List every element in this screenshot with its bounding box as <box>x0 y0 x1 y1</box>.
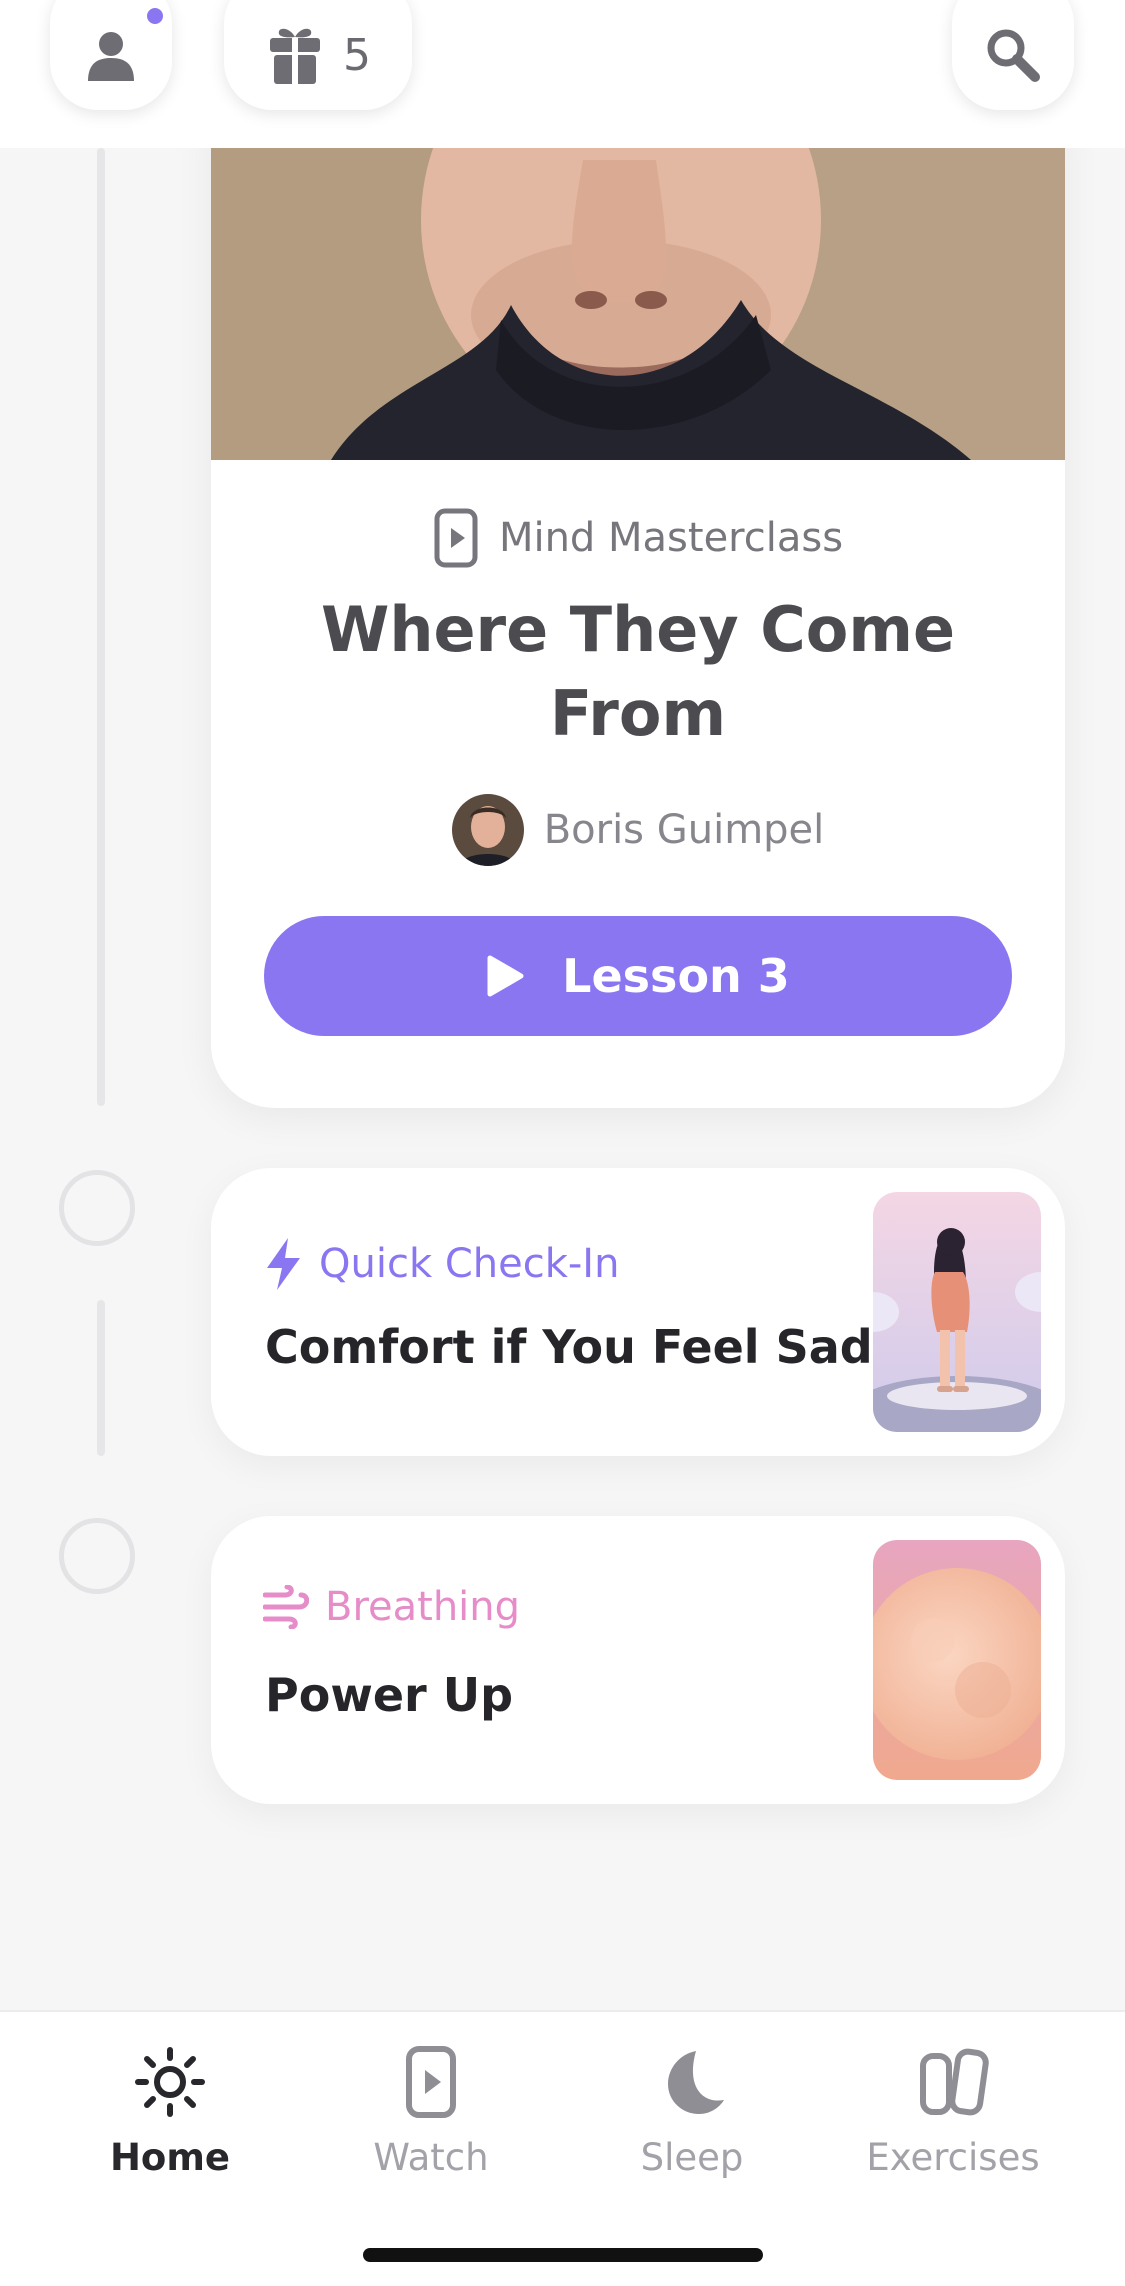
notification-dot <box>143 4 167 28</box>
lightning-icon <box>267 1238 300 1290</box>
timeline-node <box>59 1518 135 1594</box>
activity-card[interactable]: Quick Check-In Comfort if You Feel Sad <box>211 1168 1065 1456</box>
gift-icon <box>270 28 320 86</box>
wind-icon <box>263 1585 309 1629</box>
nav-home[interactable]: Home <box>70 2046 270 2179</box>
play-lesson-button[interactable]: Lesson 3 <box>264 916 1012 1036</box>
search-icon <box>987 29 1040 82</box>
nav-exercises[interactable]: Exercises <box>853 2046 1053 2179</box>
activity-title: Comfort if You Feel Sad <box>265 1320 873 1374</box>
activity-category-label: Breathing <box>325 1584 521 1630</box>
play-icon <box>487 955 524 997</box>
masterclass-card[interactable]: Mind Masterclass Where They Come From Bo… <box>211 110 1065 1108</box>
timeline-line <box>97 1300 105 1456</box>
author-name: Boris Guimpel <box>543 807 825 853</box>
activity-category: Quick Check-In <box>263 1236 619 1292</box>
nav-label: Sleep <box>640 2136 744 2179</box>
activity-category-label: Quick Check-In <box>319 1241 620 1287</box>
sun-icon <box>135 2047 205 2117</box>
user-icon <box>88 32 134 81</box>
nav-watch[interactable]: Watch <box>331 2046 531 2179</box>
activity-thumbnail <box>873 1540 1041 1780</box>
home-indicator[interactable] <box>363 2248 763 2262</box>
top-bar: 5 <box>0 0 1125 148</box>
play-card-icon <box>406 2046 456 2118</box>
nav-sleep[interactable]: Sleep <box>592 2046 792 2179</box>
play-button-label: Lesson 3 <box>562 949 790 1003</box>
author-row: Boris Guimpel <box>211 794 1065 866</box>
nav-label: Exercises <box>866 2136 1040 2179</box>
course-label: Mind Masterclass <box>498 515 844 561</box>
gift-count: 5 <box>343 29 371 81</box>
lesson-video-thumbnail[interactable] <box>211 110 1065 460</box>
gifts-button[interactable]: 5 <box>224 0 412 110</box>
lesson-title: Where They Come From <box>320 593 956 750</box>
timeline-node <box>59 1170 135 1246</box>
activity-card[interactable]: Breathing Power Up <box>211 1516 1065 1804</box>
moon-icon <box>668 2051 724 2114</box>
activity-category: Breathing <box>263 1584 520 1630</box>
video-lesson-icon <box>434 508 478 568</box>
activity-thumbnail <box>873 1192 1041 1432</box>
nav-label: Watch <box>373 2136 489 2179</box>
author-avatar <box>451 794 524 866</box>
bottom-nav: Home Watch Sleep Exercises <box>0 2010 1125 2286</box>
activity-title: Power Up <box>265 1668 513 1722</box>
cards-icon <box>920 2048 989 2116</box>
course-label-row: Mind Masterclass <box>211 508 1065 568</box>
search-button[interactable] <box>952 0 1074 110</box>
timeline-line <box>97 148 105 1106</box>
nav-label: Home <box>109 2136 231 2179</box>
